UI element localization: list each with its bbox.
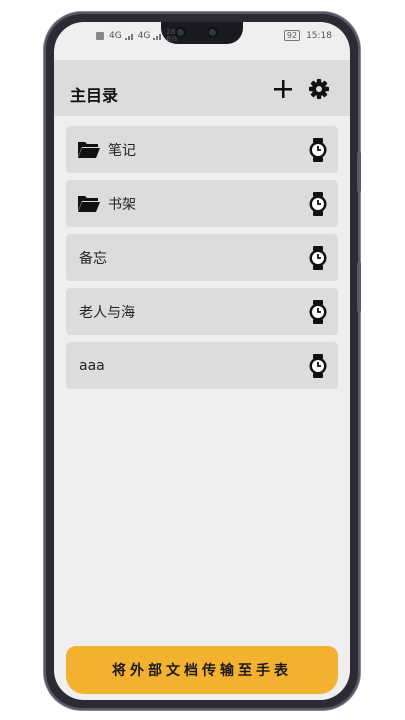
status-bar: 4G 4G 28 B/s 92 15:18 [54,22,350,48]
watch-icon[interactable] [308,354,328,378]
list-item-label: 笔记 [108,142,136,159]
screen: 4G 4G 28 B/s 92 15:18 主目录 笔记 书架 备忘 老人与海 … [54,22,350,700]
network-right: 4G [137,31,151,41]
app-header: 主目录 [54,60,350,116]
battery-icon: 92 [283,30,301,41]
gear-icon [309,79,329,99]
clock: 15:18 [306,30,332,41]
list-item-notes[interactable]: 笔记 [66,126,338,173]
net-speed-unit: B/s [166,35,178,43]
sim-icon [96,32,104,40]
directory-list: 笔记 书架 备忘 老人与海 aaa [66,126,338,396]
folder-open-icon [78,141,100,158]
status-left: 4G 4G 28 B/s [96,29,177,43]
power-button [357,262,361,312]
list-item-label: 备忘 [79,250,107,267]
settings-button[interactable] [306,76,332,102]
list-item-bookshelf[interactable]: 书架 [66,180,338,227]
status-right: 92 15:18 [283,30,332,41]
list-item-label: 书架 [108,196,136,213]
page-title: 主目录 [70,86,119,105]
signal-icon [153,34,162,40]
folder-open-icon [78,195,100,212]
plus-icon [274,80,292,98]
net-speed: 28 B/s [166,29,177,43]
list-item-label: 老人与海 [79,304,135,321]
transfer-to-watch-button[interactable]: 将外部文档传输至手表 [66,646,338,694]
watch-icon[interactable] [308,246,328,270]
list-item-memo[interactable]: 备忘 [66,234,338,281]
watch-icon[interactable] [308,300,328,324]
network-left: 4G [109,31,122,41]
list-item-label: aaa [79,357,105,374]
list-item-old-man-and-sea[interactable]: 老人与海 [66,288,338,335]
add-button[interactable] [270,76,296,102]
volume-button [357,152,361,192]
watch-icon[interactable] [308,192,328,216]
signal-icon [124,34,133,40]
watch-icon[interactable] [308,138,328,162]
list-item-aaa[interactable]: aaa [66,342,338,389]
phone-frame: 4G 4G 28 B/s 92 15:18 主目录 笔记 书架 备忘 老人与海 … [44,12,361,710]
